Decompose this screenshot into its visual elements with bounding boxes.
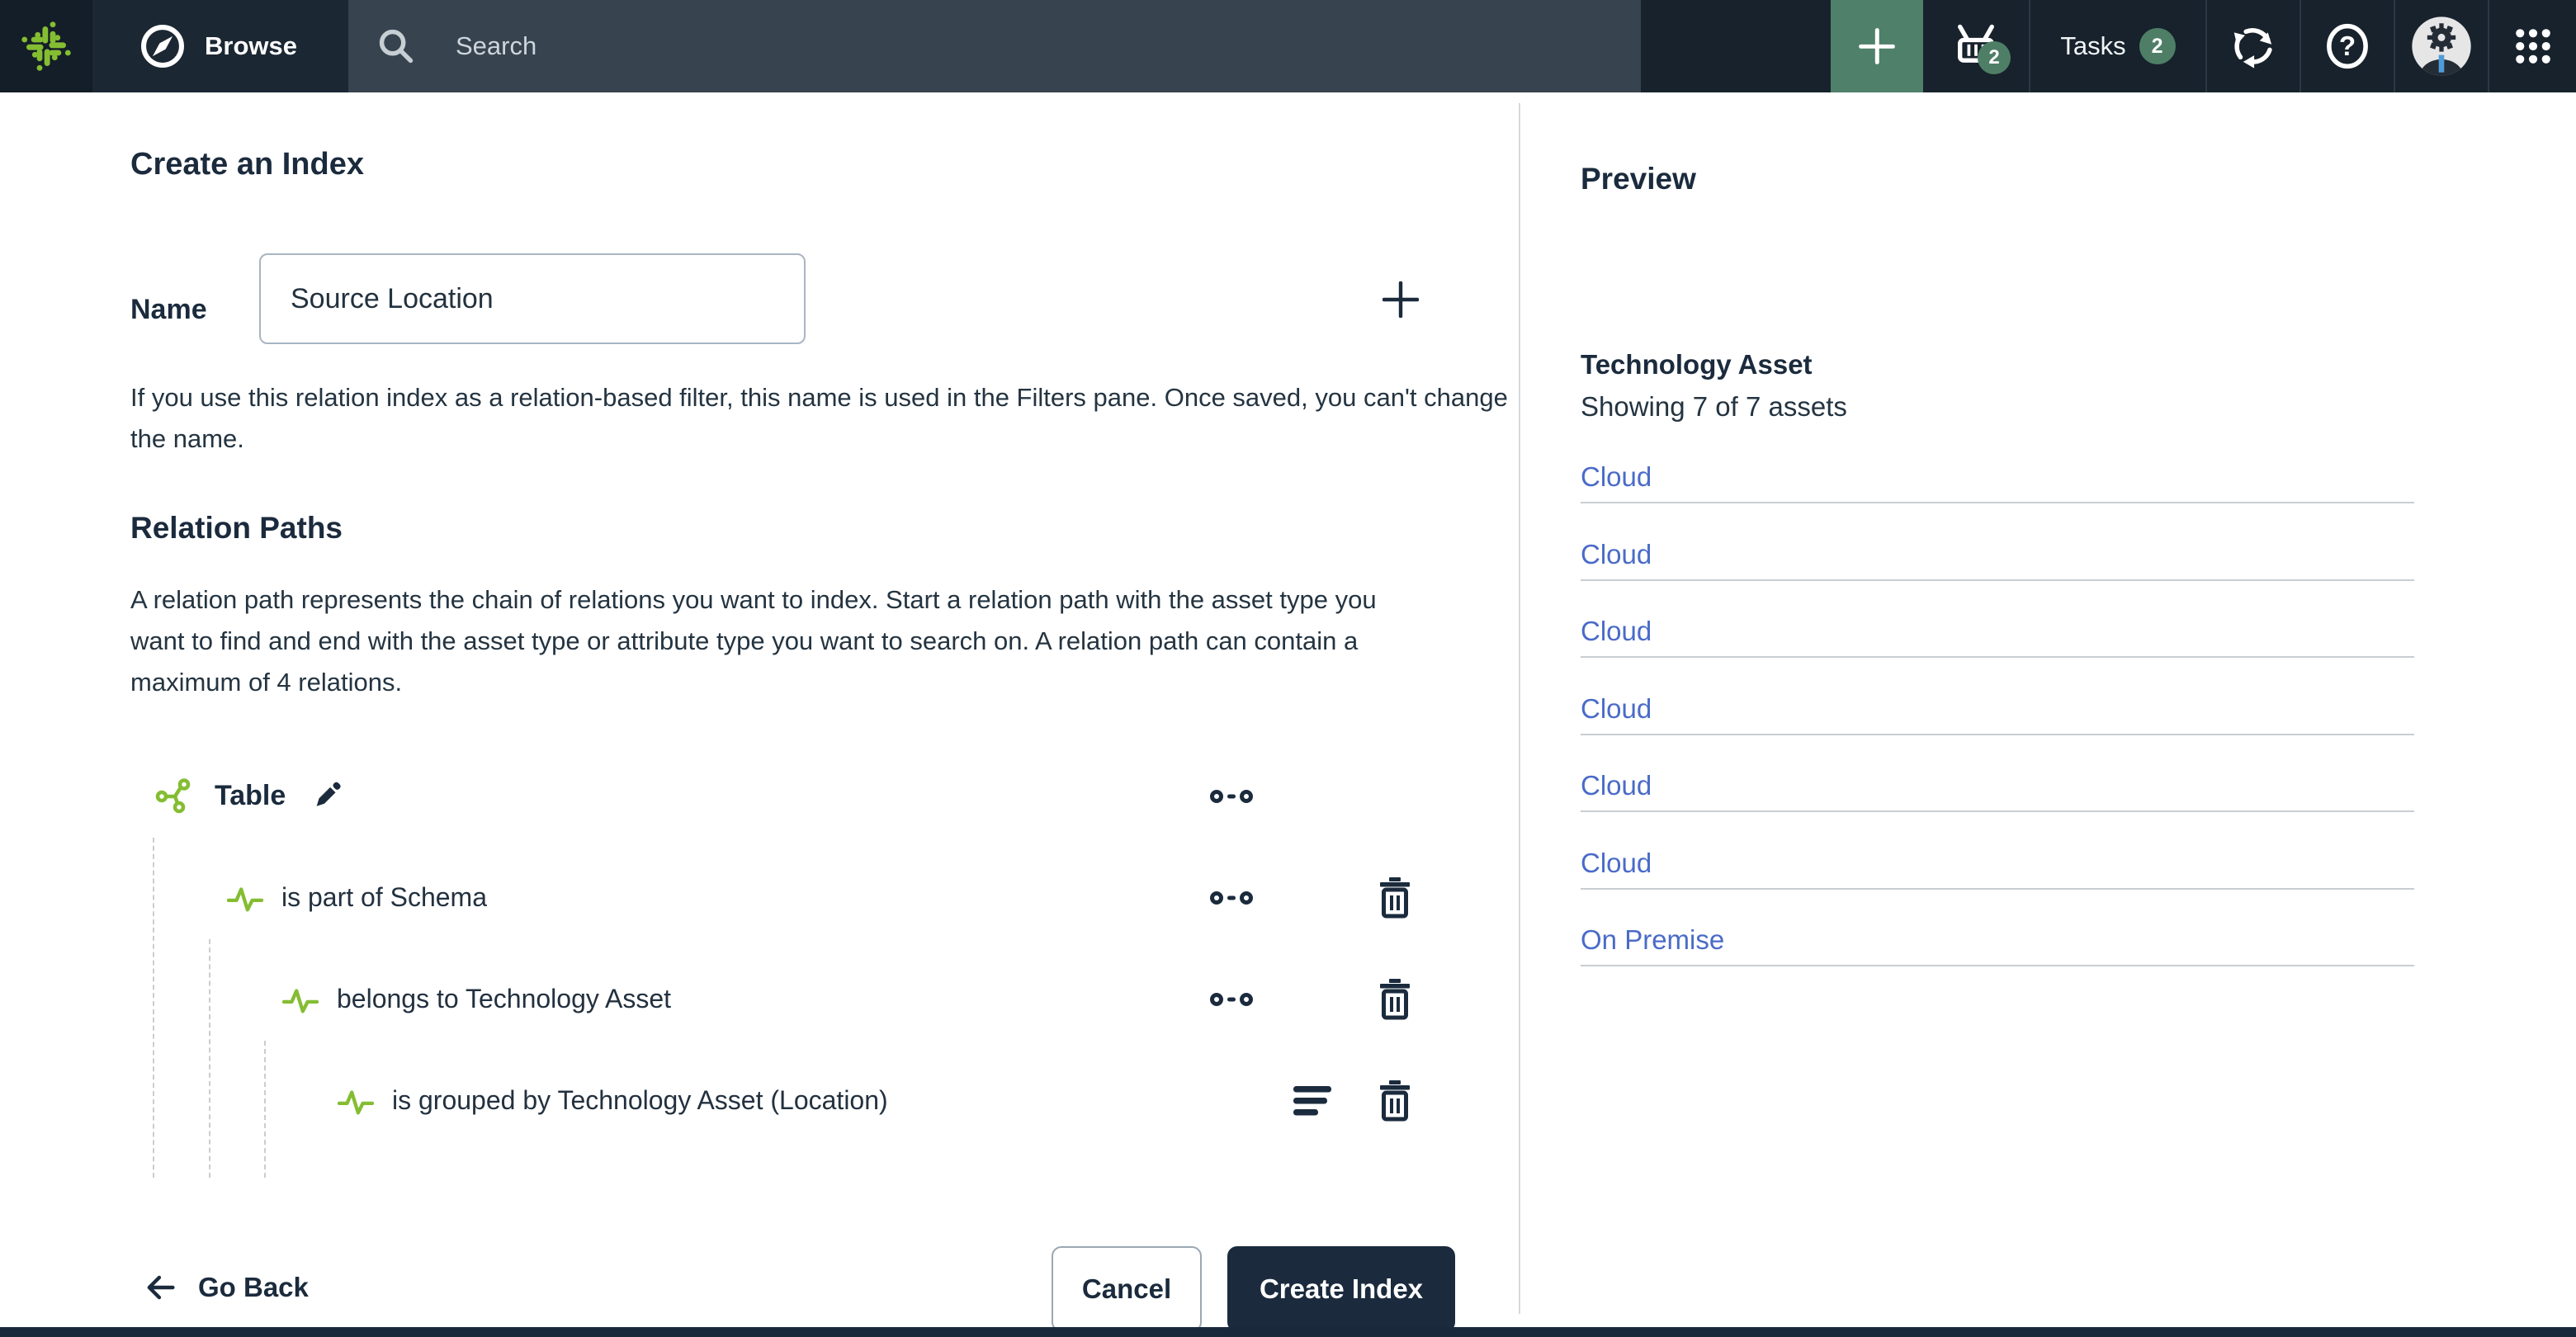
tasks-label: Tasks (2060, 31, 2126, 60)
list-item: On Premise (1581, 919, 2414, 966)
relation-paths-heading: Relation Paths (130, 511, 343, 545)
browse-label: Browse (205, 31, 297, 60)
trash-icon (1380, 1080, 1410, 1121)
relation-paths-description: A relation path represents the chain of … (130, 585, 1377, 697)
delete-relation-button[interactable] (1377, 978, 1413, 1021)
go-back-label: Go Back (198, 1272, 309, 1302)
preview-count: Showing 7 of 7 assets (1581, 391, 1847, 422)
create-index-pane: Create an Index Name If you use this rel… (0, 92, 1519, 1332)
delete-relation-button[interactable] (1377, 876, 1413, 919)
sync-button[interactable] (2205, 0, 2299, 92)
root-asset-label: Table (215, 780, 286, 811)
avatar (2412, 17, 2471, 76)
tree-row-root: Table (130, 745, 1517, 847)
tree-row-relation: is grouped by Technology Asset (Location… (130, 1050, 1517, 1151)
collibra-logo-icon (21, 21, 71, 71)
navbar-spacer (1641, 0, 1831, 92)
preview-asset-list: Cloud Cloud Cloud Cloud Cloud Cloud On P… (1581, 456, 2414, 997)
asset-link[interactable]: Cloud (1581, 616, 1652, 646)
svg-text:?: ? (2339, 31, 2356, 62)
name-label: Name (130, 294, 207, 325)
asset-link[interactable]: Cloud (1581, 539, 1652, 569)
list-item: Cloud (1581, 765, 2414, 812)
sync-icon (2233, 28, 2272, 69)
plus-icon (1859, 28, 1895, 64)
attribute-lines-icon (1293, 1084, 1333, 1117)
tasks-badge: 2 (2139, 28, 2176, 64)
tree-row-relation: belongs to Technology Asset (130, 948, 1517, 1050)
pencil-icon (316, 782, 341, 806)
basket-button[interactable]: 2 (1923, 0, 2029, 92)
help-icon: ? (2327, 23, 2368, 69)
list-item: Cloud (1581, 611, 2414, 658)
bottom-window-bar (0, 1327, 2576, 1337)
create-index-button[interactable]: Create Index (1227, 1246, 1455, 1332)
list-item: Cloud (1581, 688, 2414, 735)
asset-link[interactable]: Cloud (1581, 848, 1652, 878)
trash-icon (1380, 876, 1410, 918)
relation-pulse-icon (227, 880, 263, 916)
go-back-button[interactable]: Go Back (142, 1269, 309, 1306)
trash-icon (1380, 978, 1410, 1019)
relation-cardinality-icon (1210, 784, 1253, 809)
search-icon (376, 26, 416, 66)
help-button[interactable]: ? (2299, 0, 2394, 92)
top-navbar: Browse 2 Tasks 2 (0, 0, 2576, 92)
asset-link[interactable]: Cloud (1581, 693, 1652, 724)
apps-grid-button[interactable] (2488, 0, 2576, 92)
page-title: Create an Index (130, 147, 364, 182)
list-item: Cloud (1581, 534, 2414, 581)
asset-type-icon (155, 777, 195, 816)
basket-badge: 2 (1978, 41, 2011, 74)
apps-grid-icon (2515, 29, 2550, 64)
relation-pulse-icon (282, 981, 319, 1018)
cancel-button[interactable]: Cancel (1052, 1246, 1202, 1332)
edit-root-button[interactable] (307, 777, 345, 815)
global-search (348, 0, 1641, 92)
plus-icon (1382, 281, 1420, 319)
search-input[interactable] (456, 31, 1529, 61)
compass-icon (139, 22, 187, 70)
relation-cardinality-icon (1210, 987, 1253, 1012)
tree-row-relation: is part of Schema (130, 847, 1517, 948)
preview-heading: Preview (1581, 162, 1696, 196)
asset-link[interactable]: Cloud (1581, 461, 1652, 492)
index-name-input[interactable] (259, 253, 806, 344)
asset-link[interactable]: Cloud (1581, 770, 1652, 801)
profile-button[interactable] (2394, 0, 2488, 92)
browse-menu[interactable]: Browse (92, 0, 348, 92)
relation-label: is grouped by Technology Asset (Location… (392, 1085, 888, 1115)
app-logo[interactable] (0, 0, 92, 92)
create-button[interactable] (1831, 0, 1923, 92)
name-help-text: If you use this relation index as a rela… (130, 383, 1508, 453)
tasks-button[interactable]: Tasks 2 (2029, 0, 2205, 92)
arrow-left-icon (147, 1275, 175, 1300)
list-item: Cloud (1581, 456, 2414, 503)
relation-cardinality-icon (1210, 886, 1253, 910)
relation-path-tree: Table is part of Schema belongs to Techn… (130, 745, 1517, 1195)
preview-asset-type: Technology Asset (1581, 349, 1813, 380)
relation-label: is part of Schema (281, 882, 487, 912)
list-item: Cloud (1581, 843, 2414, 890)
asset-link[interactable]: On Premise (1581, 924, 1724, 955)
preview-pane: Preview Technology Asset Showing 7 of 7 … (1520, 92, 2576, 1327)
relation-label: belongs to Technology Asset (337, 984, 672, 1013)
delete-relation-button[interactable] (1377, 1080, 1413, 1122)
relation-pulse-icon (338, 1083, 374, 1119)
add-relation-path-button[interactable] (1372, 271, 1430, 328)
